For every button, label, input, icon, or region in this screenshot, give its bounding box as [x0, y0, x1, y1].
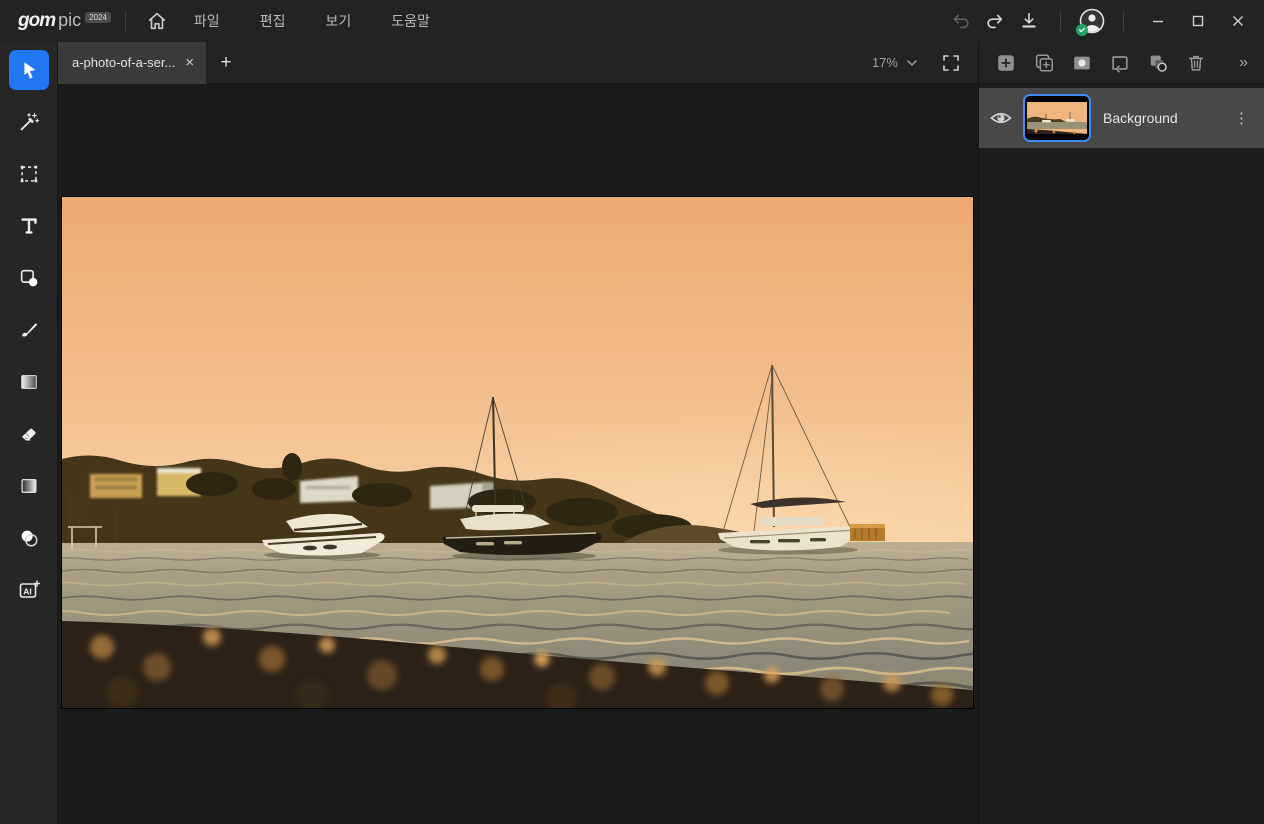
close-button[interactable] — [1218, 4, 1258, 38]
titlebar: gom pic 2024 파일 편집 보기 도움말 — [0, 0, 1264, 42]
transform-layer-button[interactable] — [1105, 48, 1135, 78]
account-button[interactable] — [1075, 4, 1109, 38]
tool-eraser[interactable] — [9, 414, 49, 454]
tools-sidebar: AI — [0, 42, 58, 824]
svg-text:AI: AI — [23, 586, 32, 596]
redo-icon — [987, 14, 1003, 29]
app-window: gom pic 2024 파일 편집 보기 도움말 AI a-photo-of-… — [0, 0, 1264, 824]
tool-select[interactable] — [8, 50, 49, 90]
layer-thumbnail[interactable] — [1023, 94, 1091, 142]
chevron-down-icon — [907, 59, 917, 66]
cursor-icon — [23, 62, 35, 79]
divider — [124, 11, 126, 31]
close-icon — [1233, 16, 1243, 26]
avatar — [1076, 8, 1105, 36]
fit-screen-icon — [943, 54, 959, 71]
menu-edit[interactable]: 편집 — [246, 5, 300, 37]
layers-toolbar: » — [979, 42, 1264, 84]
tool-brush[interactable] — [9, 310, 49, 350]
eye-icon — [990, 112, 1012, 124]
document-tab[interactable]: a-photo-of-a-ser... × — [58, 41, 207, 84]
layer-menu-button[interactable]: ⋮ — [1220, 109, 1264, 127]
minimize-button[interactable] — [1138, 4, 1178, 38]
collapse-panel-button[interactable]: » — [1233, 50, 1254, 76]
mask-layer-button[interactable] — [1067, 48, 1097, 78]
redo-button[interactable] — [978, 4, 1012, 38]
duplicate-layer-button[interactable] — [1029, 48, 1059, 78]
brush-icon — [21, 323, 37, 337]
layer-visibility-toggle[interactable] — [979, 106, 1023, 130]
logo-year-badge: 2024 — [85, 12, 111, 23]
divider — [1060, 11, 1061, 31]
text-icon — [20, 218, 37, 234]
tool-adjust[interactable] — [9, 466, 49, 506]
color-blend-icon — [21, 530, 38, 547]
add-layer-button[interactable] — [991, 48, 1021, 78]
logo-gom: gom — [18, 10, 56, 31]
layer-thumbnail-image — [1026, 97, 1088, 139]
canvas-image[interactable] — [61, 196, 974, 709]
canvas-area[interactable] — [58, 84, 978, 824]
ai-icon: AI — [19, 580, 40, 598]
logo-pic: pic — [58, 10, 82, 30]
add-layer-icon — [998, 54, 1014, 71]
tool-ai[interactable]: AI — [9, 570, 49, 610]
tool-shape[interactable] — [9, 258, 49, 298]
trash-icon — [1188, 55, 1204, 71]
undo-button[interactable] — [944, 4, 978, 38]
undo-icon — [953, 14, 969, 29]
fit-screen-button[interactable] — [934, 46, 968, 80]
zoom-level: 17% — [871, 55, 898, 70]
divider — [1123, 11, 1124, 31]
menu-file[interactable]: 파일 — [180, 5, 234, 37]
tool-color-blend[interactable] — [9, 518, 49, 558]
menu-help[interactable]: 도움말 — [377, 5, 444, 37]
tool-text[interactable] — [9, 206, 49, 246]
layer-name: Background — [1103, 110, 1178, 126]
merge-icon — [1150, 55, 1167, 72]
magic-wand-icon — [20, 113, 39, 131]
duplicate-layer-icon — [1035, 53, 1053, 72]
tool-gradient[interactable] — [9, 362, 49, 402]
tool-marquee-select[interactable] — [9, 154, 49, 194]
delete-layer-button[interactable] — [1181, 48, 1211, 78]
tabbar: a-photo-of-a-ser... × + 17% — [58, 41, 978, 84]
maximize-icon — [1192, 15, 1204, 27]
download-icon — [1022, 12, 1036, 28]
online-check-badge — [1076, 24, 1088, 36]
new-tab-button[interactable]: + — [206, 42, 246, 84]
layer-row-background[interactable]: Background ⋮ — [979, 88, 1264, 148]
merge-layer-button[interactable] — [1143, 48, 1173, 78]
home-button[interactable] — [140, 4, 174, 38]
app-logo: gom pic 2024 — [18, 10, 111, 32]
adjust-icon — [20, 478, 37, 494]
layers-panel: » Background ⋮ — [978, 42, 1264, 824]
menubar: 파일 편집 보기 도움말 — [174, 5, 450, 37]
tab-close-icon[interactable]: × — [185, 54, 194, 71]
tab-title: a-photo-of-a-ser... — [72, 55, 176, 70]
zoom-control[interactable]: 17% — [872, 55, 920, 71]
menu-view[interactable]: 보기 — [311, 5, 365, 37]
marquee-icon — [20, 165, 37, 183]
editor-center: a-photo-of-a-ser... × + 17% — [58, 41, 978, 824]
maximize-button[interactable] — [1178, 4, 1218, 38]
gradient-icon — [20, 375, 37, 389]
transform-icon — [1112, 55, 1128, 72]
window-controls — [1138, 4, 1258, 38]
download-button[interactable] — [1012, 4, 1046, 38]
eraser-icon — [21, 428, 36, 441]
mask-icon — [1074, 56, 1090, 69]
shape-icon — [20, 269, 37, 287]
minimize-icon — [1153, 20, 1163, 23]
home-icon — [148, 12, 166, 30]
tool-magic-wand[interactable] — [9, 102, 49, 142]
